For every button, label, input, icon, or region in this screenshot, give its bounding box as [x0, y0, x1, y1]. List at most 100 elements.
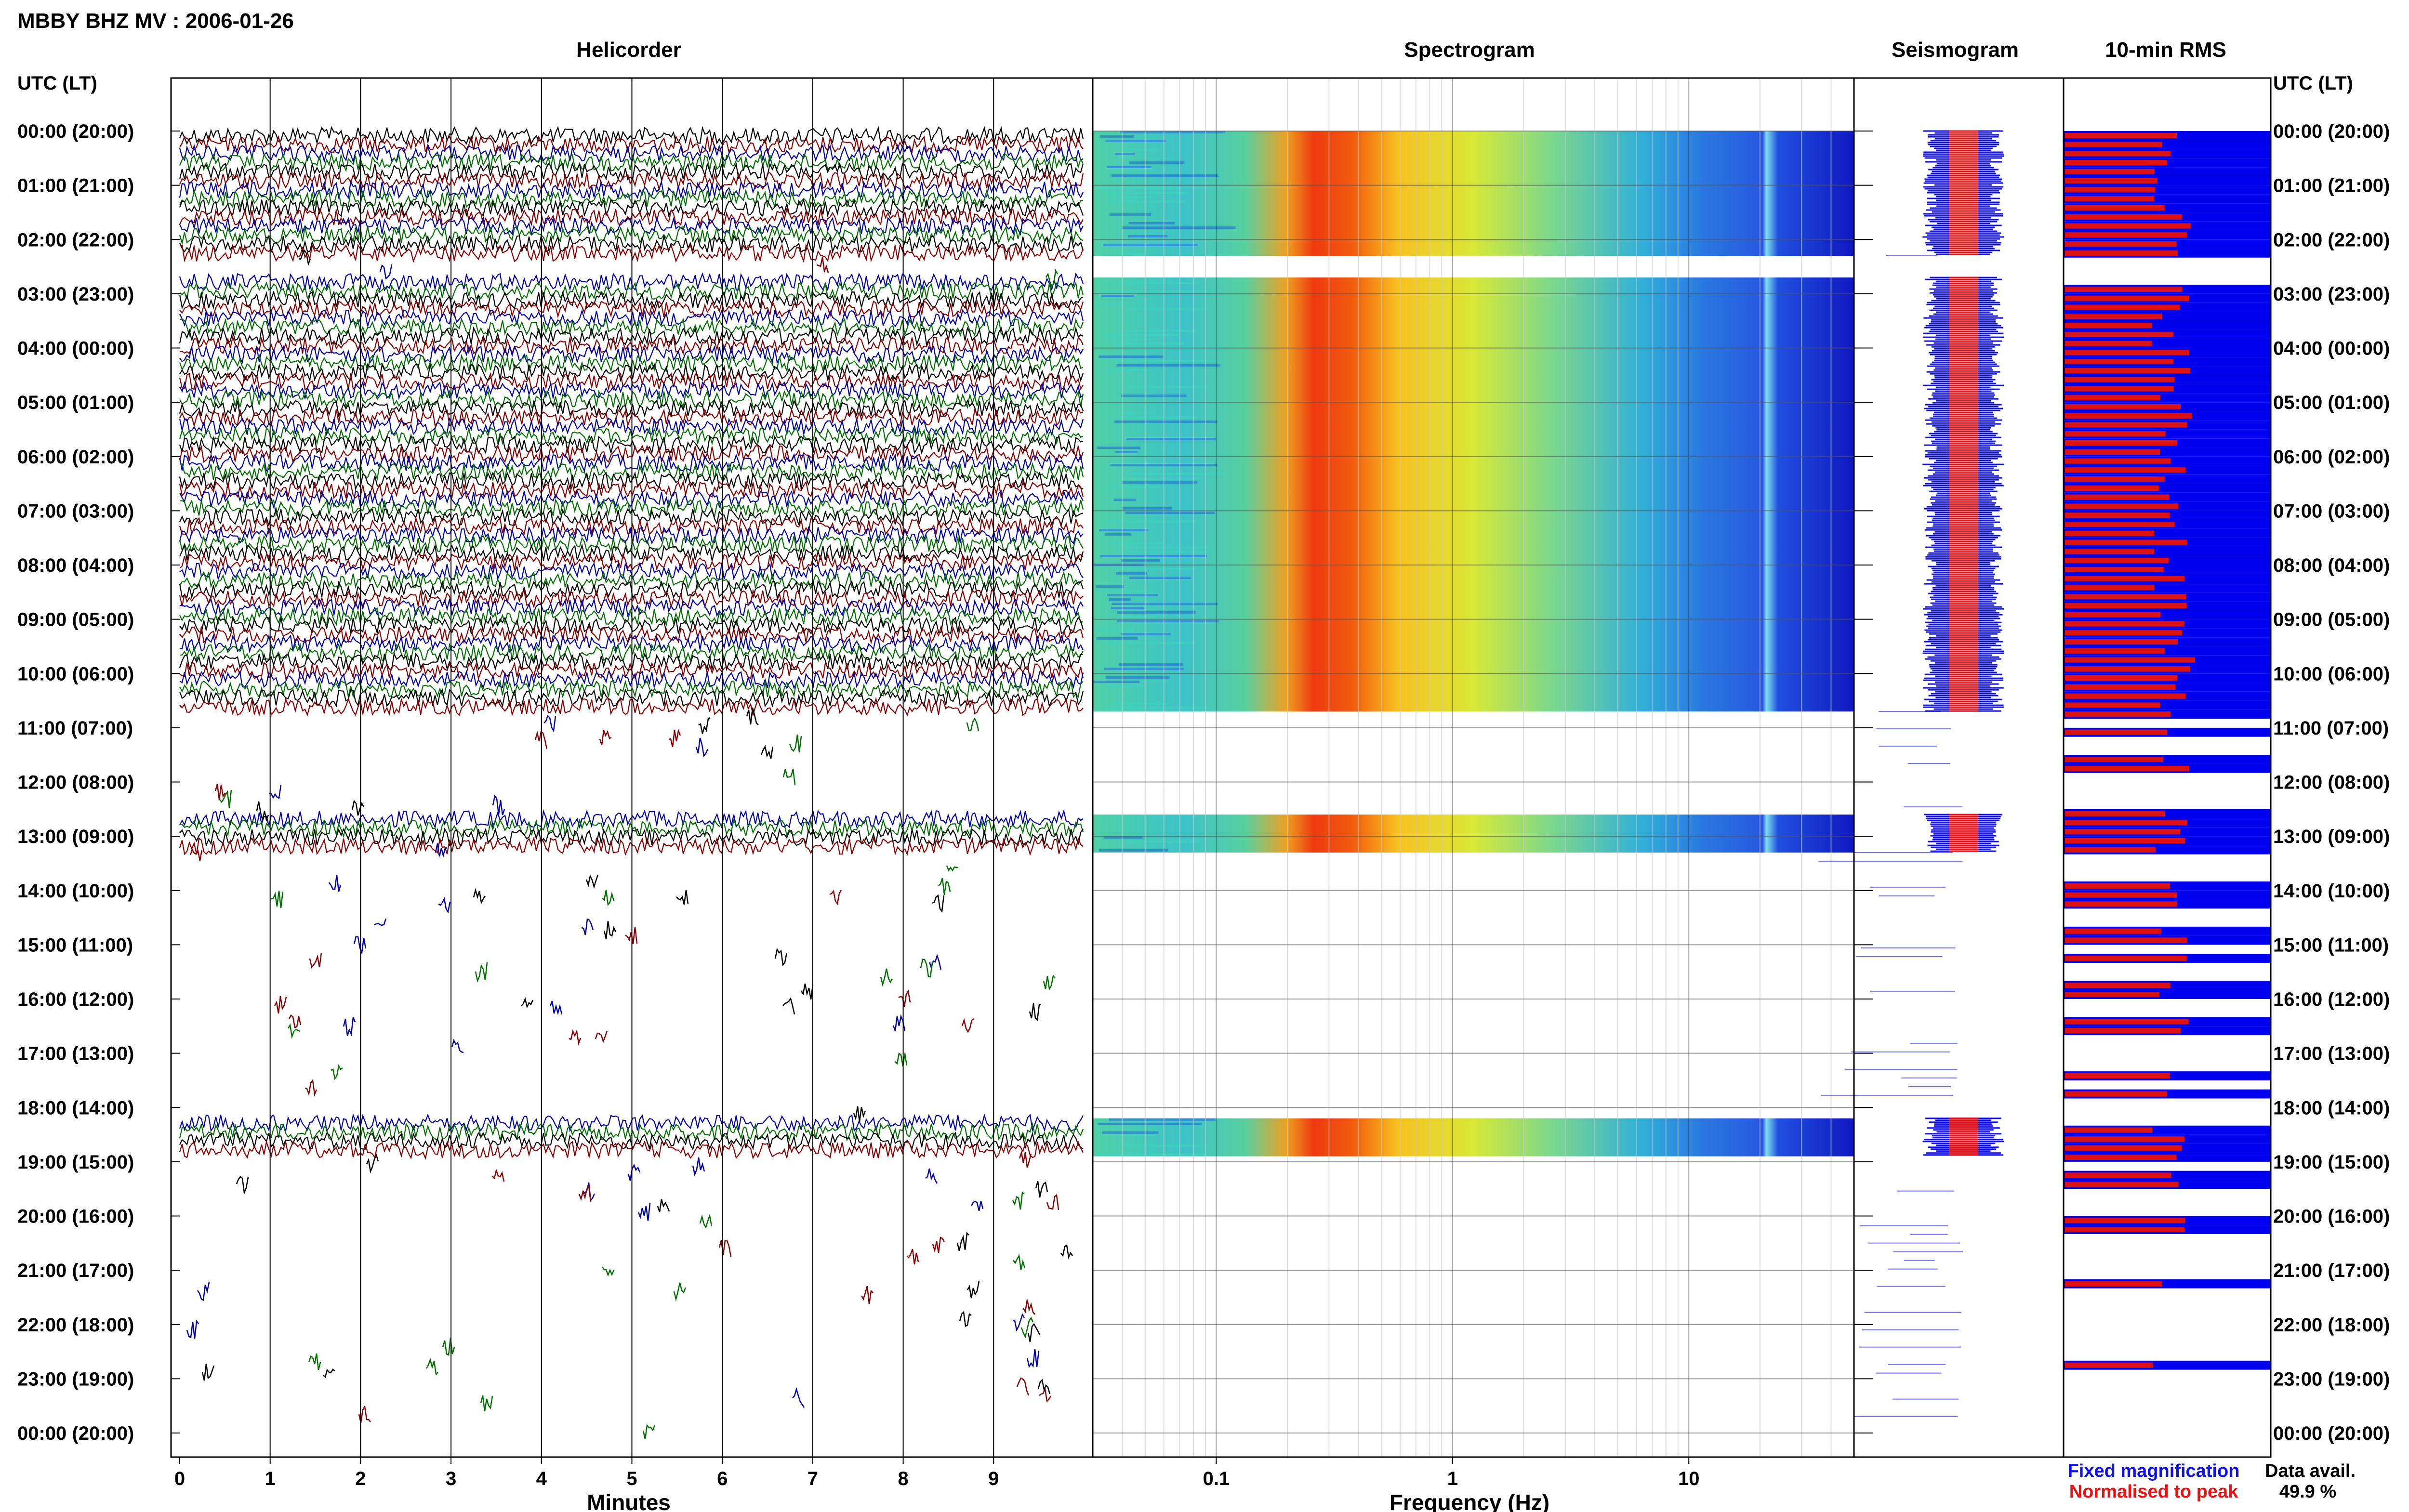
- rms-bar: [2065, 368, 2190, 374]
- helicorder-event: [442, 1338, 455, 1356]
- helicorder-event: [932, 1236, 945, 1253]
- y-tick-label: 22:00 (18:00): [2273, 1315, 2390, 1336]
- helicorder-event: [699, 1213, 713, 1229]
- y-tick-label: 00:00 (20:00): [17, 121, 134, 142]
- helicorder-event: [309, 952, 322, 969]
- spectrogram-streak: [1112, 603, 1218, 605]
- helicorder-event: [860, 1286, 874, 1304]
- helicorder-event: [492, 795, 505, 815]
- x-tick-label: 2: [355, 1468, 366, 1489]
- helicorder-event: [353, 935, 367, 955]
- helicorder-event: [186, 1319, 199, 1339]
- helicorder-event: [304, 1078, 318, 1097]
- rms-bar: [2065, 1362, 2153, 1368]
- spectrogram-streak: [1096, 585, 1125, 588]
- helicorder-event: [1026, 1349, 1040, 1368]
- y-tick-label: 16:00 (12:00): [17, 989, 134, 1010]
- rms-bar: [2065, 1281, 2162, 1287]
- spectrogram-title: Spectrogram: [1404, 38, 1535, 62]
- y-tick-label: 02:00 (22:00): [2273, 229, 2390, 250]
- rms-bar: [2065, 585, 2155, 591]
- helicorder-event: [760, 745, 774, 759]
- rms-bar: [2065, 666, 2190, 672]
- spectrogram-streak: [1117, 611, 1196, 614]
- y-tick-label: 20:00 (16:00): [17, 1206, 134, 1227]
- helicorder-event: [668, 728, 681, 748]
- helicorder-event: [627, 1163, 641, 1181]
- spectrogram-streak: [1114, 421, 1218, 423]
- helicorder-event: [1027, 1323, 1041, 1342]
- helicorder-event: [343, 1017, 356, 1037]
- rms-bar: [2065, 756, 2164, 763]
- helicorder-event: [269, 785, 282, 799]
- spectrogram-streak: [1123, 1144, 1207, 1147]
- rms-bar: [2065, 729, 2168, 735]
- rms-bar: [2065, 937, 2187, 943]
- rms-bar: [2065, 657, 2195, 663]
- x-tick-label: 1: [1447, 1468, 1458, 1489]
- y-tick-label: 14:00 (10:00): [17, 881, 134, 902]
- spectrogram-streak: [1129, 577, 1191, 579]
- spectrogram-segment: [1093, 815, 1854, 853]
- spectrogram-streak: [1108, 200, 1186, 203]
- rms-bar: [2065, 232, 2187, 238]
- helicorder-event: [961, 1018, 974, 1033]
- rms-bar: [2065, 1091, 2168, 1097]
- spectrogram-streak: [1114, 360, 1218, 363]
- rms-bar: [2065, 223, 2191, 229]
- helicorder-event: [201, 1363, 215, 1381]
- helicorder-event: [1029, 1003, 1042, 1021]
- helicorder-event: [219, 789, 232, 808]
- x-tick-label: 9: [988, 1468, 999, 1489]
- spectrogram-streak: [1122, 226, 1236, 229]
- y-tick-label: 19:00 (15:00): [17, 1152, 134, 1173]
- helicorder-event: [599, 730, 612, 746]
- spectrogram-streak: [1104, 668, 1184, 671]
- x-tick-label: 4: [536, 1468, 547, 1489]
- spectrogram-streak: [1126, 308, 1208, 311]
- y-tick-label: 17:00 (13:00): [17, 1043, 134, 1065]
- rms-bar: [2065, 621, 2184, 627]
- legend-fixed-magnification: Fixed magnification: [2068, 1461, 2240, 1481]
- y-tick-label: 18:00 (14:00): [17, 1097, 134, 1118]
- helicorder-title: Helicorder: [576, 38, 681, 62]
- rms-bar: [2065, 160, 2168, 166]
- helicorder-event: [895, 1052, 908, 1067]
- y-tick-label: 11:00 (07:00): [17, 718, 133, 739]
- rms-bar: [2065, 205, 2165, 211]
- rms-bar: [2065, 304, 2180, 310]
- rms-bar: [2065, 928, 2162, 934]
- helicorder-event: [473, 888, 486, 905]
- y-tick-label: 15:00 (11:00): [17, 934, 133, 956]
- rms-bar: [2065, 549, 2155, 554]
- rms-bar: [2065, 883, 2171, 889]
- rms-bar: [2065, 557, 2169, 564]
- y-tick-label: 00:00 (20:00): [2273, 1423, 2390, 1444]
- spectrogram-streak: [1115, 568, 1197, 571]
- spectrogram-streak: [1115, 451, 1138, 454]
- spectrogram-streak: [1124, 386, 1207, 389]
- spectrogram-streak: [1120, 252, 1147, 255]
- spectrogram-streak: [1124, 473, 1226, 475]
- rms-bar: [2065, 404, 2181, 410]
- spectrogram-streak: [1113, 499, 1137, 501]
- helicorder-event: [585, 874, 599, 889]
- rms-bar: [2065, 494, 2170, 500]
- y-tick-label: 09:00 (05:00): [2273, 609, 2390, 631]
- spectrogram-streak: [1102, 290, 1214, 293]
- spectrogram-streak: [1128, 551, 1211, 553]
- spectrogram-streak: [1105, 520, 1197, 523]
- spectrogram-streak: [1124, 148, 1159, 151]
- y-tick-label: 02:00 (22:00): [17, 229, 134, 250]
- y-tick-label: 23:00 (19:00): [17, 1368, 134, 1390]
- rms-bar: [2065, 991, 2159, 998]
- spectrogram-streak: [1100, 555, 1207, 558]
- y-tick-label: 17:00 (13:00): [2273, 1043, 2390, 1065]
- helicorder-event: [829, 890, 842, 905]
- spectrogram-segment: [1093, 131, 1854, 256]
- y-tick-label: 07:00 (03:00): [17, 500, 134, 522]
- spectrogram-streak: [1119, 416, 1197, 419]
- rms-bar: [2065, 350, 2189, 355]
- rms-bar: [2065, 467, 2186, 473]
- helicorder-event: [774, 947, 788, 967]
